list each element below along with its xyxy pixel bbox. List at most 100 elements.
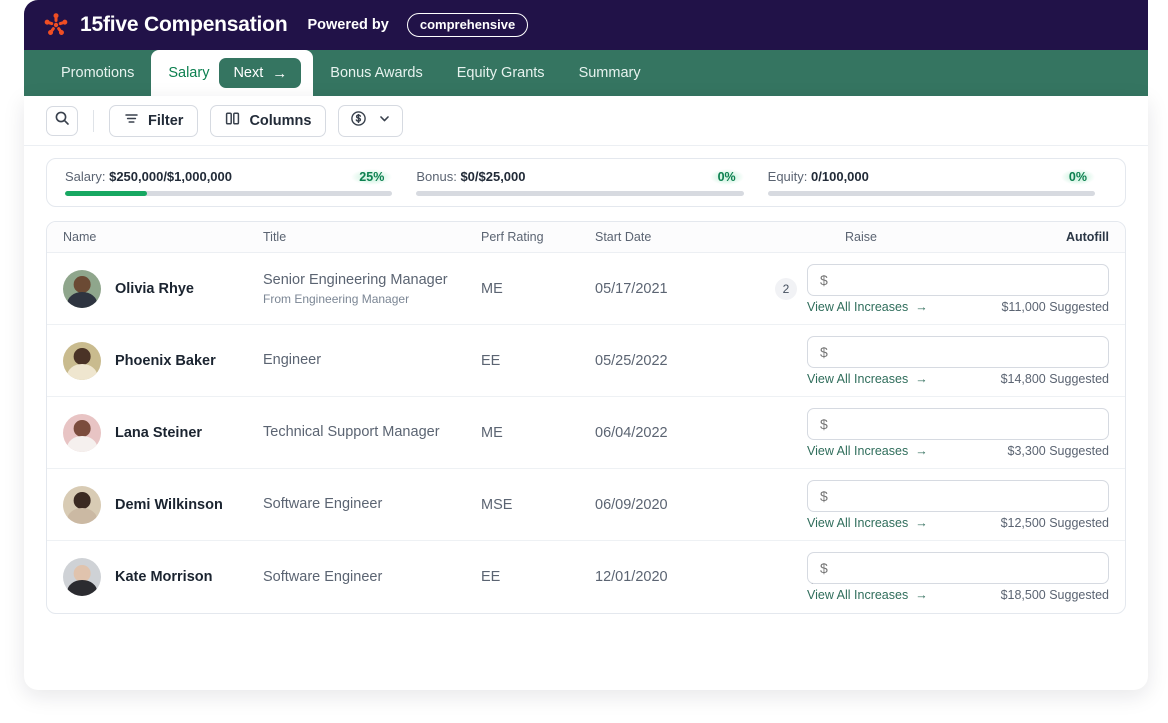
table-row[interactable]: Phoenix Baker Engineer EE 05/25/2022 [47,325,1125,397]
metric-salary: Salary: $250,000/$1,000,000 25% [65,169,404,196]
job-title: Software Engineer [263,568,481,586]
arrow-right-icon: → [915,300,928,314]
tab-bonus-awards[interactable]: Bonus Awards [313,50,439,96]
next-button-label: Next [233,65,263,81]
15five-starburst-icon [42,11,70,39]
tab-label: Salary [168,65,209,81]
person-name: Kate Morrison [115,569,213,585]
view-all-increases-link[interactable]: View All Increases → [807,372,928,386]
avatar [63,486,101,524]
view-all-increases-link[interactable]: View All Increases → [807,516,928,530]
tab-equity-grants[interactable]: Equity Grants [440,50,562,96]
cell-name: Olivia Rhye [63,270,263,308]
avatar [63,342,101,380]
person: Phoenix Baker [63,342,263,380]
tab-label: Summary [579,65,641,81]
arrow-right-icon: → [915,588,928,602]
person-name: Demi Wilkinson [115,497,223,513]
tab-salary[interactable]: Salary Next → [151,50,313,96]
metric-percent: 25% [351,169,392,185]
column-header-start-date: Start Date [595,230,775,244]
cell-name: Lana Steiner [63,414,263,452]
person-name: Olivia Rhye [115,281,194,297]
employee-table: Name Title Perf Rating Start Date Raise … [46,221,1126,614]
person: Olivia Rhye [63,270,263,308]
raise-subrow: View All Increases → $12,500 Suggested [807,516,1109,530]
arrow-right-icon: → [915,516,928,530]
cell-raise: View All Increases → $18,500 Suggested [845,552,1109,602]
view-all-increases-link[interactable]: View All Increases → [807,588,928,602]
table-row[interactable]: Olivia Rhye Senior Engineering Manager F… [47,253,1125,325]
view-all-label: View All Increases [807,300,908,314]
cell-raise: View All Increases → $3,300 Suggested [845,408,1109,458]
raise-input-group [807,336,1109,368]
suggested-amount: $11,000 Suggested [1001,300,1109,314]
tab-summary[interactable]: Summary [562,50,658,96]
progress-track [768,191,1095,196]
column-header-raise: Raise [845,230,1027,244]
suggested-amount: $18,500 Suggested [1001,588,1109,602]
view-all-label: View All Increases [807,516,908,530]
next-button[interactable]: Next → [219,58,301,88]
table-row[interactable]: Demi Wilkinson Software Engineer MSE 06/… [47,469,1125,541]
comment-count-badge: 2 [775,278,797,300]
columns-button[interactable]: Columns [210,105,326,137]
metric-header: Equity: 0/100,000 0% [768,169,1095,185]
view-all-label: View All Increases [807,372,908,386]
avatar-head [74,276,91,293]
cell-start-date: 05/25/2022 [595,353,775,369]
raise-subrow: View All Increases → $18,500 Suggested [807,588,1109,602]
app-header: 15five Compensation Powered by comprehen… [24,0,1148,50]
view-all-label: View All Increases [807,444,908,458]
currency-dropdown-button[interactable] [338,105,403,137]
suggested-amount: $12,500 Suggested [1001,516,1109,530]
autofill-link[interactable]: Autofill [1027,230,1109,244]
raise-input-group [807,408,1109,440]
search-icon [54,110,70,131]
raise-percent-input[interactable] [1013,409,1109,439]
dollar-circle-icon [350,110,367,131]
search-button[interactable] [46,106,78,136]
cell-name: Demi Wilkinson [63,486,263,524]
arrow-right-icon: → [915,444,928,458]
column-header-title: Title [263,230,481,244]
raise-input-group [807,552,1109,584]
person: Demi Wilkinson [63,486,263,524]
raise-subrow: View All Increases → $3,300 Suggested [807,444,1109,458]
raise-amount-input[interactable] [808,481,1013,511]
partner-badge: comprehensive [407,13,528,37]
raise-percent-input[interactable] [1013,337,1109,367]
raise-group: View All Increases → $3,300 Suggested [845,408,1109,458]
cell-title: Technical Support Manager [263,423,481,441]
app-title: 15five Compensation [80,13,287,37]
metric-value: $250,000/$1,000,000 [109,169,232,184]
raise-amount-input[interactable] [808,265,1013,295]
filter-button[interactable]: Filter [109,105,198,137]
raise-percent-input[interactable] [1013,265,1109,295]
raise-amount-input[interactable] [808,337,1013,367]
metric-percent: 0% [1061,169,1095,185]
job-title: Software Engineer [263,495,481,513]
view-all-increases-link[interactable]: View All Increases → [807,300,928,314]
metric-percent: 0% [710,169,744,185]
raise-amount-input[interactable] [808,553,1013,583]
table-row[interactable]: Lana Steiner Technical Support Manager M… [47,397,1125,469]
raise-percent-input[interactable] [1013,481,1109,511]
arrow-right-icon: → [272,66,287,81]
raise-group: View All Increases → $18,500 Suggested [845,552,1109,602]
table-row[interactable]: Kate Morrison Software Engineer EE 12/01… [47,541,1125,613]
avatar-head [74,492,91,509]
raise-group: View All Increases → $14,800 Suggested [845,336,1109,386]
tab-promotions[interactable]: Promotions [44,50,151,96]
person: Lana Steiner [63,414,263,452]
avatar-head [74,565,91,582]
raise-input-group [807,480,1109,512]
raise-amount-input[interactable] [808,409,1013,439]
metric-header: Salary: $250,000/$1,000,000 25% [65,169,392,185]
raise-subrow: View All Increases → $11,000 Suggested [807,300,1109,314]
raise-percent-input[interactable] [1013,553,1109,583]
filter-icon [124,111,139,130]
view-all-increases-link[interactable]: View All Increases → [807,444,928,458]
metric-name: Equity: [768,169,808,184]
progress-track [65,191,392,196]
